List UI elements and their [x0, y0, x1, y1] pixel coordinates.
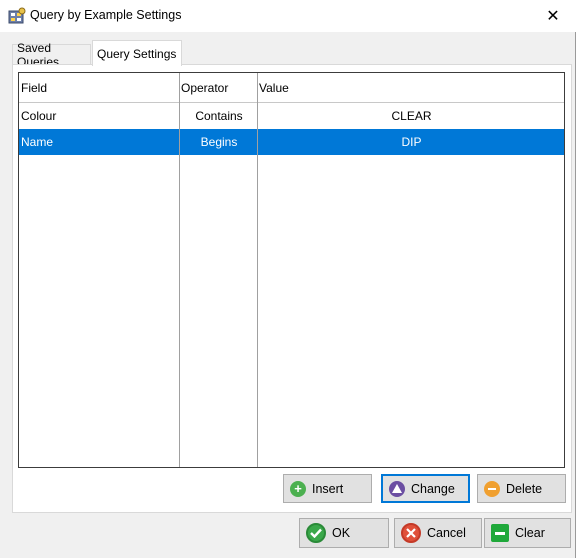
cell-value: CLEAR	[391, 109, 432, 123]
ok-button[interactable]: OK	[299, 518, 389, 548]
checkmark-circle-icon	[306, 523, 326, 543]
table-row[interactable]: Colour Contains CLEAR	[19, 103, 564, 129]
query-app-icon	[8, 7, 26, 25]
column-header-field[interactable]: Field	[19, 73, 178, 103]
minus-circle-icon	[484, 480, 500, 497]
cell-operator: Contains	[195, 109, 243, 123]
table-row-selected[interactable]: Name Begins DIP	[19, 129, 564, 155]
tab-query-settings[interactable]: Query Settings	[92, 40, 182, 66]
clear-label: Clear	[515, 526, 545, 540]
column-divider	[179, 73, 180, 467]
clear-button[interactable]: Clear	[484, 518, 571, 548]
minus-square-icon	[491, 524, 509, 542]
x-circle-icon	[401, 523, 421, 543]
column-header-operator[interactable]: Operator	[179, 73, 257, 103]
window-title: Query by Example Settings	[30, 8, 182, 22]
cancel-label: Cancel	[427, 526, 466, 540]
insert-label: Insert	[312, 481, 344, 496]
column-header-value[interactable]: Value	[257, 73, 557, 103]
change-button[interactable]: Change	[381, 474, 470, 503]
cell-field: Colour	[21, 109, 57, 123]
delete-button[interactable]: Delete	[477, 474, 566, 503]
query-grid[interactable]: Field Operator Value Colour Contains CLE…	[18, 72, 565, 468]
title-bar[interactable]: Query by Example Settings ✕	[0, 0, 576, 32]
triangle-up-circle-icon	[389, 480, 405, 497]
change-label: Change	[411, 481, 455, 496]
ok-label: OK	[332, 526, 351, 540]
tab-saved-queries[interactable]: Saved Queries	[12, 41, 91, 69]
close-button[interactable]: ✕	[530, 0, 576, 32]
query-settings-window: Query by Example Settings ✕ Saved Querie…	[0, 0, 576, 558]
grid-header: Field Operator Value	[19, 73, 564, 103]
cell-operator: Begins	[200, 135, 238, 149]
close-icon: ✕	[546, 8, 560, 25]
cancel-button[interactable]: Cancel	[394, 518, 482, 548]
insert-button[interactable]: + Insert	[283, 474, 372, 503]
column-divider	[257, 73, 258, 467]
cell-field: Name	[21, 135, 54, 149]
cell-value: DIP	[401, 135, 422, 149]
delete-label: Delete	[506, 481, 543, 496]
plus-circle-icon: +	[290, 480, 306, 497]
